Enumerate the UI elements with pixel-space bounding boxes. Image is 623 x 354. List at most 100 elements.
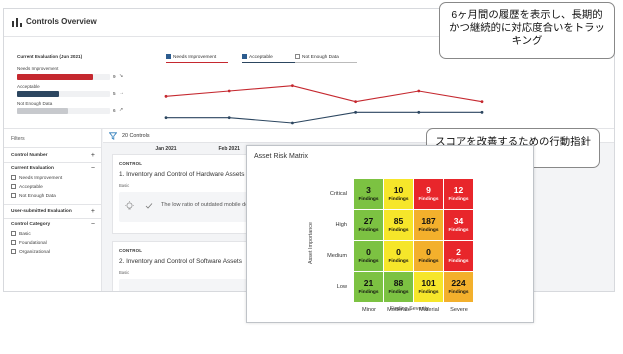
matrix-cell[interactable]: 0 Findings <box>414 241 444 272</box>
expand-plus-icon[interactable]: + <box>91 152 95 159</box>
trend-flat-icon: → <box>119 90 124 96</box>
filter-section-user-submitted[interactable]: User-submitted Evaluation + <box>11 208 97 215</box>
matrix-cell[interactable]: 187 Findings <box>414 210 444 241</box>
filter-option-label: Needs Improvement <box>19 176 63 181</box>
filter-option-label: Not Enough Data <box>19 194 56 199</box>
control-kind-label: CONTROL <box>119 248 143 253</box>
checkmark-icon <box>145 203 153 209</box>
x-axis-label: Finding Severity <box>390 306 429 312</box>
matrix-cell[interactable]: 2 Findings <box>444 241 474 272</box>
divider <box>4 162 102 163</box>
legend-swatch <box>295 62 357 63</box>
matrix-cell[interactable]: 34 Findings <box>444 210 474 241</box>
matrix-cell[interactable]: 224 Findings <box>444 272 474 303</box>
filter-section-current-evaluation[interactable]: Current Evaluation − <box>11 165 97 172</box>
checkbox-icon[interactable] <box>11 240 16 245</box>
acceptable-bar <box>17 91 59 97</box>
x-tick-label: Feb 2021 <box>218 146 240 152</box>
divider <box>4 218 102 219</box>
findings-count: 2 <box>456 247 461 257</box>
matrix-cell[interactable]: 9 Findings <box>414 179 444 210</box>
control-title[interactable]: 1. Inventory and Control of Hardware Ass… <box>119 171 244 178</box>
legend-acceptable[interactable]: Acceptable <box>242 54 304 63</box>
series-point <box>354 110 357 114</box>
legend-label: Not Enough Data <box>302 55 339 60</box>
filter-option-needs-improvement[interactable]: Needs Improvement <box>11 175 62 181</box>
y-axis-label: Asset Importance <box>308 222 314 264</box>
matrix-cell[interactable]: 3 Findings <box>354 179 384 210</box>
findings-label: Findings <box>358 197 379 202</box>
needs-improvement-bar <box>17 74 94 80</box>
trend-up-icon: ↗ <box>119 107 124 113</box>
acceptable-label: Acceptable <box>17 84 40 89</box>
checkbox-checked-icon[interactable] <box>166 54 171 59</box>
matrix-cell[interactable]: 0 Findings <box>354 241 384 272</box>
trend-down-icon: ↘ <box>119 73 124 79</box>
filter-option-basic[interactable]: Basic <box>11 231 31 237</box>
filter-option-acceptable[interactable]: Acceptable <box>11 184 43 190</box>
filter-section-control-category[interactable]: Control Category − <box>11 221 97 228</box>
findings-label: Findings <box>358 290 379 295</box>
control-title[interactable]: 2. Inventory and Control of Software Ass… <box>119 258 242 265</box>
series-point <box>164 94 168 98</box>
findings-count: 88 <box>393 278 404 288</box>
findings-label: Findings <box>388 197 409 202</box>
filter-section-label: Current Evaluation <box>11 166 54 171</box>
checkbox-unchecked-icon[interactable] <box>295 54 300 59</box>
expand-plus-icon[interactable]: + <box>91 208 95 215</box>
checkbox-checked-icon[interactable] <box>242 54 247 59</box>
filter-option-label: Foundational <box>19 241 47 246</box>
filter-option-not-enough-data[interactable]: Not Enough Data <box>11 193 56 199</box>
findings-label: Findings <box>448 228 469 233</box>
lightbulb-icon <box>125 201 134 210</box>
series-point <box>480 100 484 104</box>
legend-swatch <box>166 62 228 63</box>
checkbox-icon[interactable] <box>11 249 16 254</box>
chart-bars-icon <box>12 18 22 27</box>
matrix-cell[interactable]: 21 Findings <box>354 272 384 303</box>
checkbox-icon[interactable] <box>11 231 16 236</box>
collapse-minus-icon[interactable]: − <box>91 165 95 172</box>
matrix-cell[interactable]: 101 Findings <box>414 272 444 303</box>
findings-count: 224 <box>451 278 466 288</box>
findings-count: 0 <box>396 247 401 257</box>
legend-not-enough-data[interactable]: Not Enough Data <box>295 54 357 63</box>
filter-section-label: Control Category <box>11 222 51 227</box>
legend-needs-improvement[interactable]: Needs Improvement <box>166 54 228 63</box>
matrix-cell[interactable]: 10 Findings <box>384 179 414 210</box>
findings-count: 12 <box>453 185 464 195</box>
matrix-cell[interactable]: 85 Findings <box>384 210 414 241</box>
series-point <box>291 121 294 125</box>
findings-label: Findings <box>418 228 439 233</box>
not-enough-data-bar <box>17 108 69 114</box>
not-enough-data-label: Not Enough Data <box>17 101 53 106</box>
findings-count: 187 <box>421 216 436 226</box>
history-callout: 6ヶ月間の履歴を表示し、長期的かつ継続的に対応度合いをトラッキング <box>439 2 615 59</box>
filter-funnel-icon[interactable] <box>109 132 117 140</box>
matrix-cell[interactable]: 27 Findings <box>354 210 384 241</box>
matrix-cell[interactable]: 88 Findings <box>384 272 414 303</box>
current-evaluation-heading: Current Evaluation (Jun 2021) <box>17 54 83 59</box>
filter-section-control-number[interactable]: Control Number + <box>11 152 97 159</box>
matrix-cell[interactable]: 0 Findings <box>384 241 414 272</box>
row-label: Low <box>336 284 347 290</box>
matrix-title: Asset Risk Matrix <box>254 153 309 160</box>
checkbox-icon[interactable] <box>11 184 16 189</box>
findings-count: 27 <box>363 216 374 226</box>
filter-option-foundational[interactable]: Foundational <box>11 240 47 246</box>
control-kind-label: CONTROL <box>119 161 143 166</box>
checkbox-icon[interactable] <box>11 175 16 180</box>
series-point <box>164 116 168 120</box>
series-point <box>417 89 421 93</box>
checkbox-icon[interactable] <box>11 193 16 198</box>
findings-count: 0 <box>426 247 431 257</box>
filter-option-organizational[interactable]: Organizational <box>11 249 50 255</box>
legend-label: Needs Improvement <box>173 55 217 60</box>
needs-improvement-count: 9 <box>113 74 116 79</box>
findings-label: Findings <box>418 290 439 295</box>
collapse-minus-icon[interactable]: − <box>91 221 95 228</box>
divider <box>4 147 102 148</box>
matrix-cell[interactable]: 12 Findings <box>444 179 474 210</box>
controls-count: 20 Controls <box>122 133 150 139</box>
row-label: Critical <box>329 191 347 197</box>
